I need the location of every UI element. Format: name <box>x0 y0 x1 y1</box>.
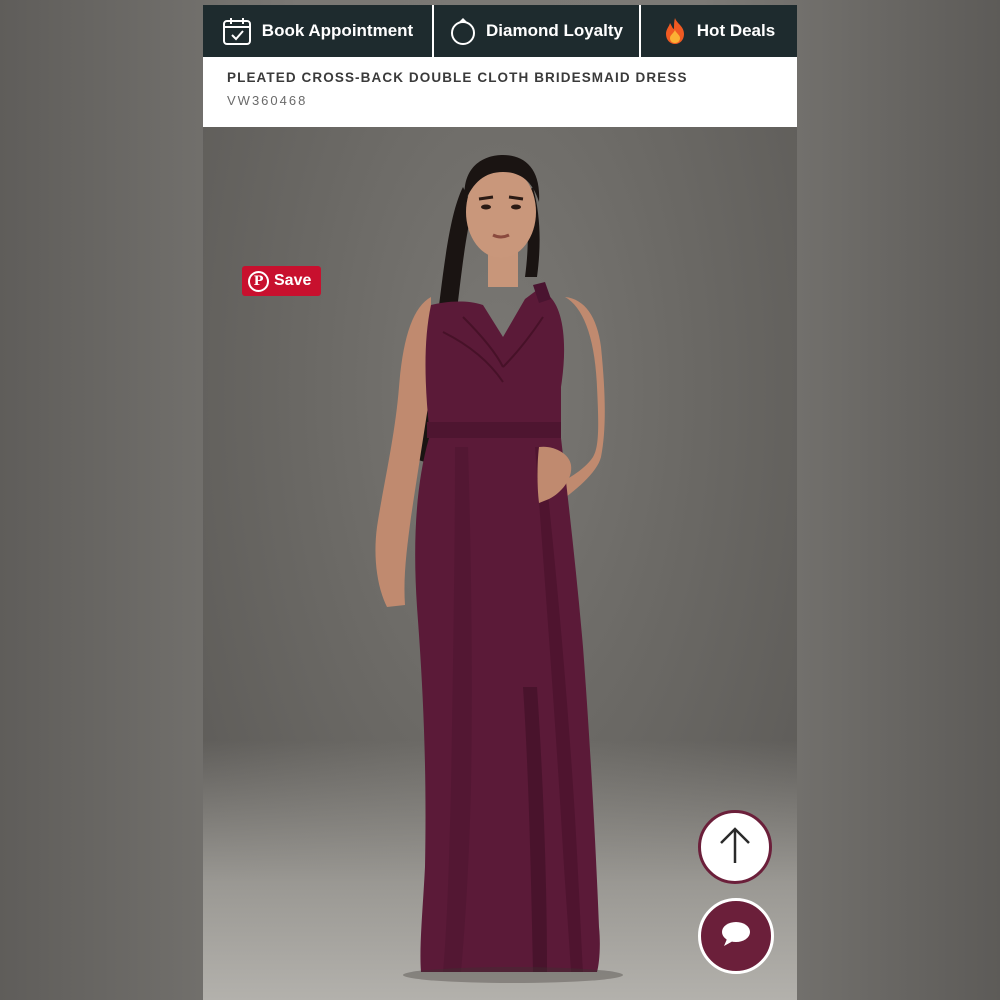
calendar-check-icon <box>222 16 252 46</box>
hot-deals-button[interactable]: Hot Deals <box>641 5 797 57</box>
pinterest-save-button[interactable]: P Save <box>242 266 321 296</box>
phone-screen: Book Appointment Diamond Loyalty Hot Dea… <box>203 5 797 1000</box>
chat-button[interactable] <box>698 898 774 974</box>
diamond-loyalty-label: Diamond Loyalty <box>486 21 623 40</box>
scroll-to-top-button[interactable] <box>698 810 772 884</box>
book-appointment-button[interactable]: Book Appointment <box>203 5 434 57</box>
product-title: PLEATED CROSS-BACK DOUBLE CLOTH BRIDESMA… <box>227 70 688 85</box>
product-header: PLEATED CROSS-BACK DOUBLE CLOTH BRIDESMA… <box>203 57 797 127</box>
book-appointment-label: Book Appointment <box>261 21 414 40</box>
pinterest-icon: P <box>248 270 269 292</box>
arrow-up-icon <box>717 825 753 870</box>
product-sku: VW360468 <box>227 93 308 108</box>
pinterest-save-label: Save <box>274 272 312 289</box>
ring-icon <box>450 16 476 46</box>
promo-bar: Book Appointment Diamond Loyalty Hot Dea… <box>203 5 797 57</box>
chat-bubble-icon <box>721 921 751 952</box>
fire-icon <box>663 17 687 45</box>
diamond-loyalty-button[interactable]: Diamond Loyalty <box>434 5 641 57</box>
hot-deals-label: Hot Deals <box>696 21 776 40</box>
